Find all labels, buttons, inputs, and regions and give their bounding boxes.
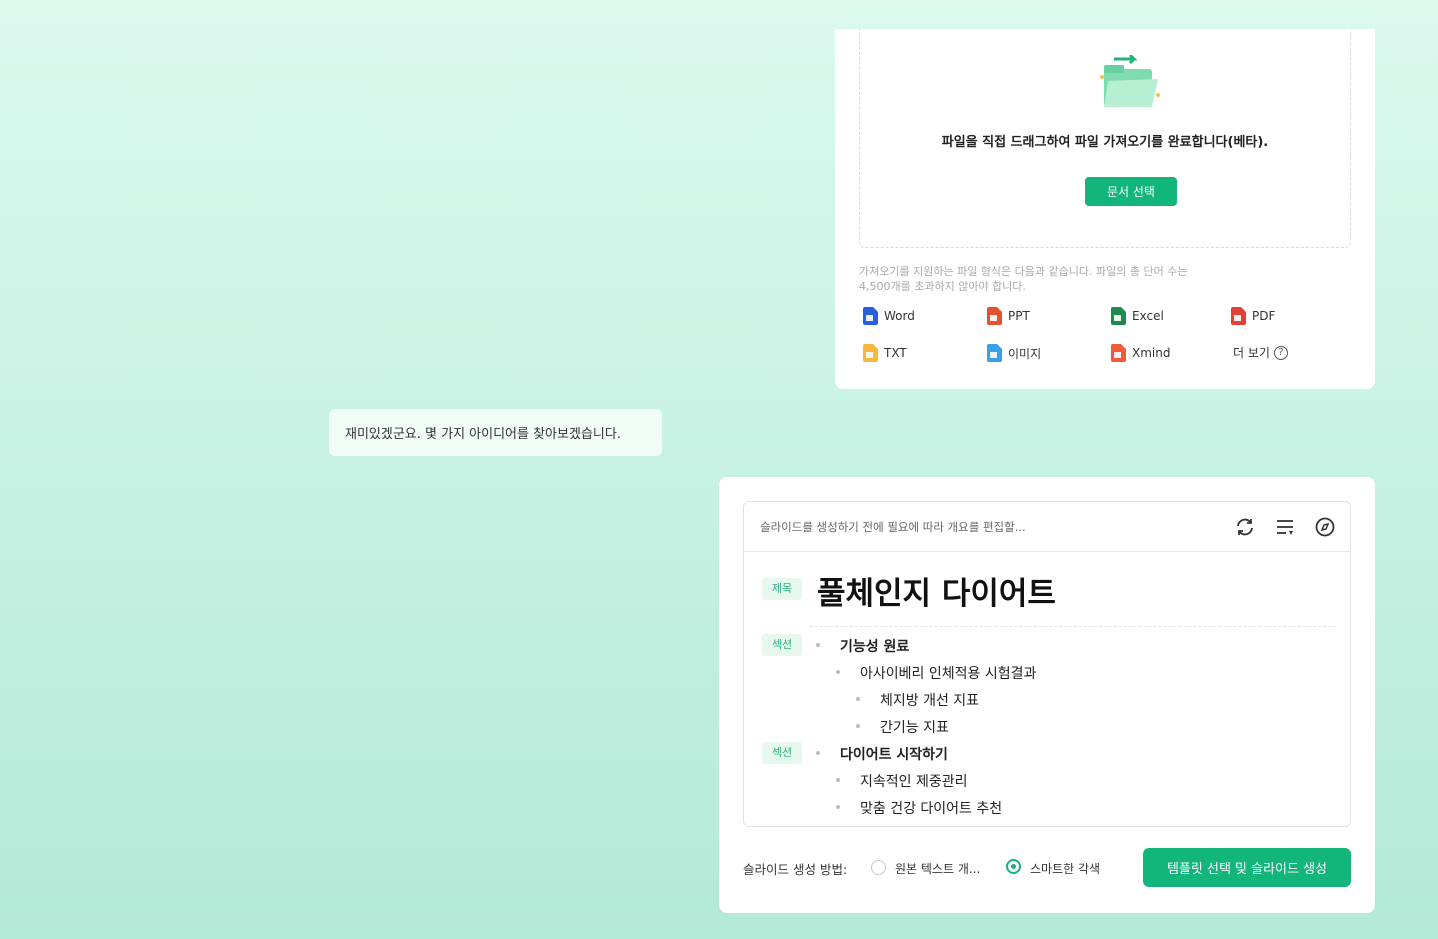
outline-item-level2[interactable]: 지속적인 제중관리 xyxy=(860,771,968,791)
outline-item-level1[interactable]: 기능성 원료 xyxy=(840,636,909,656)
help-icon: ? xyxy=(1273,345,1288,360)
outline-panel: 슬라이드를 생성하기 전에 필요에 따라 개요를 편집할... 제목 풀체인지 … xyxy=(719,477,1375,913)
radio-original-text[interactable] xyxy=(871,860,886,875)
generate-slides-button[interactable]: 템플릿 선택 및 슬라이드 생성 xyxy=(1143,848,1351,887)
format-excel[interactable]: Excel xyxy=(1111,307,1164,325)
format-pdf[interactable]: PDF xyxy=(1231,307,1275,325)
bullet-dot xyxy=(856,724,860,728)
supported-formats-note: 가져오기를 지원하는 파일 형식은 다음과 같습니다. 파일의 총 단어 수는 … xyxy=(859,265,1188,293)
outline-editor: 슬라이드를 생성하기 전에 필요에 따라 개요를 편집할... 제목 풀체인지 … xyxy=(743,501,1351,827)
folder-upload-icon xyxy=(1100,55,1160,107)
outline-format-icon[interactable] xyxy=(1274,516,1296,538)
txt-icon xyxy=(863,344,878,362)
outline-title[interactable]: 풀체인지 다이어트 xyxy=(817,568,1056,613)
outline-item-level2[interactable]: 아사이베리 인체적용 시험결과 xyxy=(860,663,1036,683)
file-import-panel: 파일을 직접 드래그하여 파일 가져오기를 완료합니다(베타). 문서 선택 가… xyxy=(835,29,1375,389)
outline-edit-hint: 슬라이드를 생성하기 전에 필요에 따라 개요를 편집할... xyxy=(760,520,1026,534)
bullet-dot xyxy=(856,697,860,701)
drop-instruction-text: 파일을 직접 드래그하여 파일 가져오기를 완료합니다(베타). xyxy=(941,135,1269,150)
word-icon xyxy=(863,307,878,325)
title-divider xyxy=(810,626,1336,627)
assistant-message-bubble: 재미있겠군요. 몇 가지 아이디어를 찾아보겠습니다. xyxy=(329,409,662,456)
radio-original-text-label[interactable]: 원본 텍스트 개... xyxy=(895,860,980,877)
bullet-dot xyxy=(836,778,840,782)
format-image[interactable]: 이미지 xyxy=(987,344,1041,362)
format-word[interactable]: Word xyxy=(863,307,915,325)
section-tag: 섹션 xyxy=(762,742,802,764)
image-icon xyxy=(987,344,1002,362)
outline-item-level1[interactable]: 다이어트 시작하기 xyxy=(840,744,948,764)
select-document-button[interactable]: 문서 선택 xyxy=(1085,177,1177,206)
more-formats-link[interactable]: 더 보기 ? xyxy=(1233,344,1288,361)
refresh-icon[interactable] xyxy=(1234,516,1256,538)
outline-item-level2[interactable]: 맞춤 건강 다이어트 추천 xyxy=(860,798,1002,818)
outline-item-level3[interactable]: 체지방 개선 지표 xyxy=(880,690,979,710)
format-xmind[interactable]: Xmind xyxy=(1111,344,1170,362)
format-list: Word PPT Excel PDF TXT 이미지 Xmind 더 보기 ? xyxy=(863,307,1363,387)
format-txt[interactable]: TXT xyxy=(863,344,907,362)
file-dropzone[interactable]: 파일을 직접 드래그하여 파일 가져오기를 완료합니다(베타). 문서 선택 xyxy=(859,29,1351,248)
ppt-icon xyxy=(987,307,1002,325)
outline-editor-header: 슬라이드를 생성하기 전에 필요에 따라 개요를 편집할... xyxy=(744,502,1350,552)
bullet-dot xyxy=(836,670,840,674)
compass-icon[interactable] xyxy=(1314,516,1336,538)
radio-smart-adapt[interactable] xyxy=(1006,859,1021,874)
bullet-dot xyxy=(816,643,820,647)
format-ppt[interactable]: PPT xyxy=(987,307,1030,325)
excel-icon xyxy=(1111,307,1126,325)
outline-item-level3[interactable]: 간기능 지표 xyxy=(880,717,949,737)
pdf-icon xyxy=(1231,307,1246,325)
radio-smart-adapt-label[interactable]: 스마트한 각색 xyxy=(1030,860,1100,877)
bullet-dot xyxy=(816,751,820,755)
bullet-dot xyxy=(836,805,840,809)
xmind-icon xyxy=(1111,344,1126,362)
section-tag: 섹션 xyxy=(762,634,802,656)
title-tag: 제목 xyxy=(762,578,802,600)
generation-method-label: 슬라이드 생성 방법: xyxy=(743,862,848,877)
